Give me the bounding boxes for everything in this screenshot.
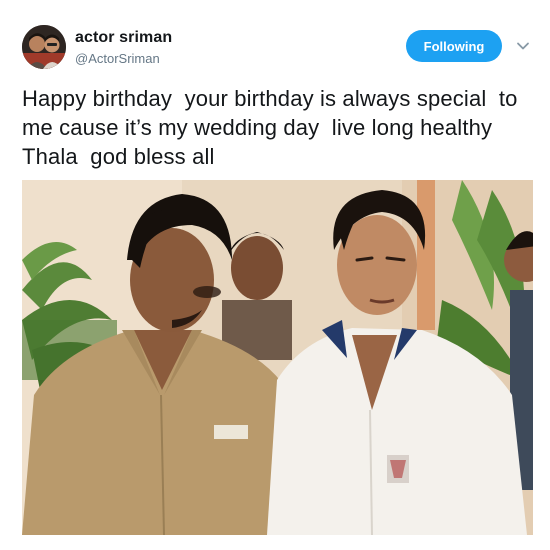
tweet-card: actor sriman @ActorSriman Following Happ… <box>0 0 550 550</box>
user-handle[interactable]: @ActorSriman <box>75 51 160 66</box>
display-name[interactable]: actor sriman <box>75 29 172 47</box>
profile-photo-icon <box>22 25 66 69</box>
following-button[interactable]: Following <box>406 30 502 62</box>
chevron-down-icon[interactable] <box>515 38 531 54</box>
tweet-text: Happy birthday your birthday is always s… <box>22 86 524 169</box>
film-still-image <box>22 180 533 535</box>
avatar[interactable] <box>22 25 66 69</box>
tweet-media-photo[interactable] <box>22 180 533 535</box>
